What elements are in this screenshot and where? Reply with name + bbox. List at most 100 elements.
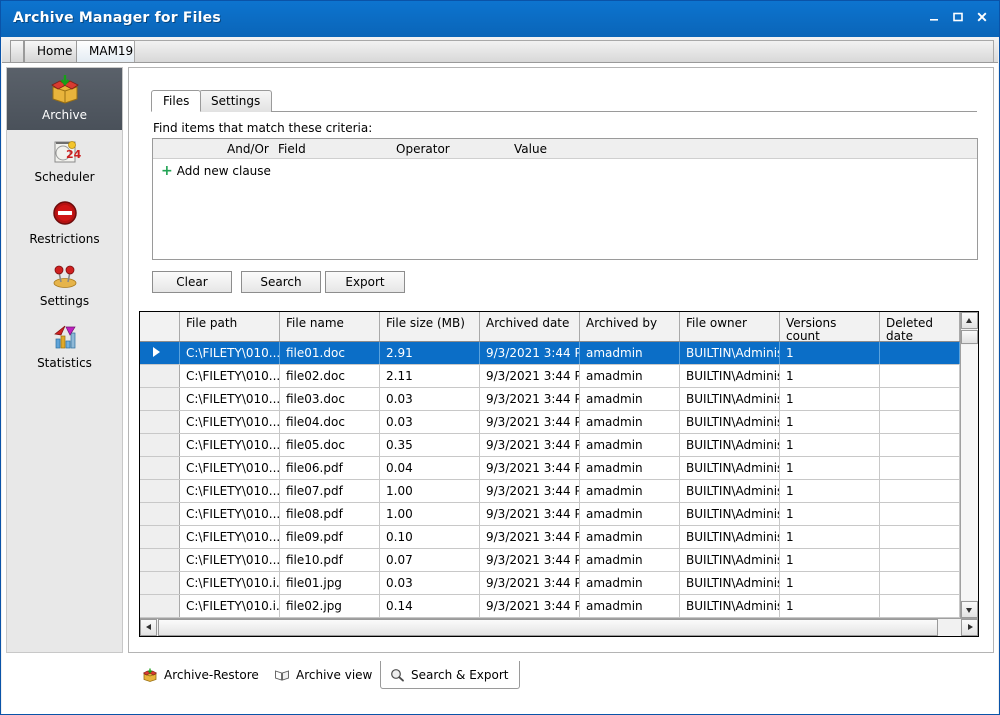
table-cell-archived-by[interactable]: amadmin — [580, 480, 680, 502]
row-selector[interactable] — [140, 526, 180, 548]
grid-column-header[interactable]: File size (MB) — [380, 312, 480, 341]
grid-vertical-scrollbar[interactable] — [960, 312, 978, 618]
table-row[interactable]: C:\FILETY\010.... file02.doc 2.11 9/3/2021 … — [140, 365, 960, 388]
row-selector[interactable] — [140, 388, 180, 410]
table-cell-file-path[interactable]: C:\FILETY\010.... — [180, 457, 280, 479]
table-cell-deleted-date[interactable] — [880, 503, 960, 525]
horizontal-scroll-thumb[interactable] — [158, 619, 938, 636]
table-cell-archived-by[interactable]: amadmin — [580, 526, 680, 548]
table-cell-deleted-date[interactable] — [880, 480, 960, 502]
table-cell-deleted-date[interactable] — [880, 572, 960, 594]
table-cell-file-name[interactable]: file02.doc — [280, 365, 380, 387]
tab-files[interactable]: Files — [151, 90, 202, 112]
table-row[interactable]: C:\FILETY\010.... file01.doc 2.91 9/3/2021 … — [140, 342, 960, 365]
table-cell-versions-count[interactable]: 1 — [780, 503, 880, 525]
table-cell-archived-by[interactable]: amadmin — [580, 342, 680, 364]
grid-column-header[interactable]: Deleted date — [880, 312, 960, 341]
table-cell-file-owner[interactable]: BUILTIN\Adminis... — [680, 411, 780, 433]
table-cell-file-size[interactable]: 0.04 — [380, 457, 480, 479]
clear-button[interactable]: Clear — [152, 271, 232, 293]
table-cell-versions-count[interactable]: 1 — [780, 572, 880, 594]
bottom-nav-archive-view[interactable]: Archive view — [266, 661, 382, 689]
vertical-scroll-track[interactable] — [961, 345, 978, 600]
row-selector[interactable] — [140, 434, 180, 456]
table-cell-file-name[interactable]: file01.jpg — [280, 572, 380, 594]
table-cell-file-size[interactable]: 0.10 — [380, 526, 480, 548]
table-cell-file-owner[interactable]: BUILTIN\Adminis... — [680, 457, 780, 479]
table-cell-archived-by[interactable]: amadmin — [580, 572, 680, 594]
table-cell-deleted-date[interactable] — [880, 457, 960, 479]
table-cell-deleted-date[interactable] — [880, 549, 960, 571]
table-cell-file-owner[interactable]: BUILTIN\Adminis... — [680, 572, 780, 594]
table-cell-file-name[interactable]: file02.jpg — [280, 595, 380, 617]
table-row[interactable]: C:\FILETY\010.... file06.pdf 0.04 9/3/2021 … — [140, 457, 960, 480]
tab-settings[interactable]: Settings — [199, 90, 273, 112]
minimize-button[interactable] — [925, 11, 943, 27]
table-cell-file-owner[interactable]: BUILTIN\Adminis... — [680, 526, 780, 548]
scroll-up-button[interactable] — [961, 312, 978, 329]
table-cell-file-owner[interactable]: BUILTIN\Adminis... — [680, 503, 780, 525]
table-cell-file-size[interactable]: 0.03 — [380, 388, 480, 410]
table-cell-deleted-date[interactable] — [880, 388, 960, 410]
table-cell-archived-by[interactable]: amadmin — [580, 411, 680, 433]
table-cell-file-name[interactable]: file06.pdf — [280, 457, 380, 479]
table-cell-archived-by[interactable]: amadmin — [580, 595, 680, 617]
table-cell-file-path[interactable]: C:\FILETY\010.... — [180, 388, 280, 410]
table-cell-file-path[interactable]: C:\FILETY\010.i... — [180, 595, 280, 617]
table-row[interactable]: C:\FILETY\010.... file08.pdf 1.00 9/3/2021 … — [140, 503, 960, 526]
table-cell-file-size[interactable]: 2.11 — [380, 365, 480, 387]
table-cell-file-path[interactable]: C:\FILETY\010.... — [180, 503, 280, 525]
search-button[interactable]: Search — [241, 271, 321, 293]
table-cell-file-path[interactable]: C:\FILETY\010.... — [180, 480, 280, 502]
row-selector[interactable] — [140, 572, 180, 594]
table-row[interactable]: C:\FILETY\010.... file03.doc 0.03 9/3/2021 … — [140, 388, 960, 411]
table-cell-file-owner[interactable]: BUILTIN\Adminis... — [680, 342, 780, 364]
table-cell-file-path[interactable]: C:\FILETY\010.... — [180, 549, 280, 571]
table-cell-file-path[interactable]: C:\FILETY\010.... — [180, 342, 280, 364]
table-cell-archived-date[interactable]: 9/3/2021 3:44 PM — [480, 434, 580, 456]
table-cell-archived-by[interactable]: amadmin — [580, 503, 680, 525]
table-cell-archived-date[interactable]: 9/3/2021 3:44 PM — [480, 342, 580, 364]
table-row[interactable]: C:\FILETY\010.... file05.doc 0.35 9/3/2021 … — [140, 434, 960, 457]
scroll-down-button[interactable] — [961, 601, 978, 618]
row-selector[interactable] — [140, 457, 180, 479]
table-row[interactable]: C:\FILETY\010.i... file01.jpg 0.03 9/3/2021… — [140, 572, 960, 595]
table-cell-archived-date[interactable]: 9/3/2021 3:44 PM — [480, 549, 580, 571]
row-selector[interactable] — [140, 503, 180, 525]
table-row[interactable]: C:\FILETY\010.i... file02.jpg 0.14 9/3/2021… — [140, 595, 960, 618]
table-cell-file-path[interactable]: C:\FILETY\010.... — [180, 365, 280, 387]
table-cell-deleted-date[interactable] — [880, 526, 960, 548]
table-cell-archived-by[interactable]: amadmin — [580, 388, 680, 410]
row-selector[interactable] — [140, 549, 180, 571]
row-selector[interactable] — [140, 365, 180, 387]
table-cell-file-name[interactable]: file05.doc — [280, 434, 380, 456]
table-cell-file-owner[interactable]: BUILTIN\Adminis... — [680, 595, 780, 617]
table-cell-file-path[interactable]: C:\FILETY\010.i... — [180, 572, 280, 594]
table-cell-file-name[interactable]: file08.pdf — [280, 503, 380, 525]
sidebar-item-statistics[interactable]: Statistics — [7, 316, 122, 378]
table-row[interactable]: C:\FILETY\010.... file09.pdf 0.10 9/3/2021 … — [140, 526, 960, 549]
table-row[interactable]: C:\FILETY\010.... file10.pdf 0.07 9/3/2021 … — [140, 549, 960, 572]
table-cell-archived-date[interactable]: 9/3/2021 3:44 PM — [480, 503, 580, 525]
table-cell-archived-date[interactable]: 9/3/2021 3:44 PM — [480, 595, 580, 617]
table-cell-archived-date[interactable]: 9/3/2021 3:44 PM — [480, 365, 580, 387]
grid-column-header[interactable]: File name — [280, 312, 380, 341]
table-row[interactable]: C:\FILETY\010.... file07.pdf 1.00 9/3/2021 … — [140, 480, 960, 503]
vertical-scroll-thumb[interactable] — [961, 330, 978, 344]
sidebar-item-restrictions[interactable]: Restrictions — [7, 192, 122, 254]
table-cell-versions-count[interactable]: 1 — [780, 526, 880, 548]
table-cell-archived-by[interactable]: amadmin — [580, 434, 680, 456]
row-selector[interactable] — [140, 411, 180, 433]
row-selector[interactable] — [140, 595, 180, 617]
table-cell-file-path[interactable]: C:\FILETY\010.... — [180, 434, 280, 456]
table-cell-file-size[interactable]: 0.03 — [380, 411, 480, 433]
scroll-right-button[interactable] — [961, 619, 978, 636]
table-cell-deleted-date[interactable] — [880, 595, 960, 617]
grid-column-header[interactable]: Versions count — [780, 312, 880, 341]
table-cell-deleted-date[interactable] — [880, 365, 960, 387]
table-cell-versions-count[interactable]: 1 — [780, 342, 880, 364]
table-cell-archived-by[interactable]: amadmin — [580, 365, 680, 387]
table-cell-file-size[interactable]: 1.00 — [380, 503, 480, 525]
table-cell-file-name[interactable]: file07.pdf — [280, 480, 380, 502]
table-row[interactable]: C:\FILETY\010.... file04.doc 0.03 9/3/2021 … — [140, 411, 960, 434]
